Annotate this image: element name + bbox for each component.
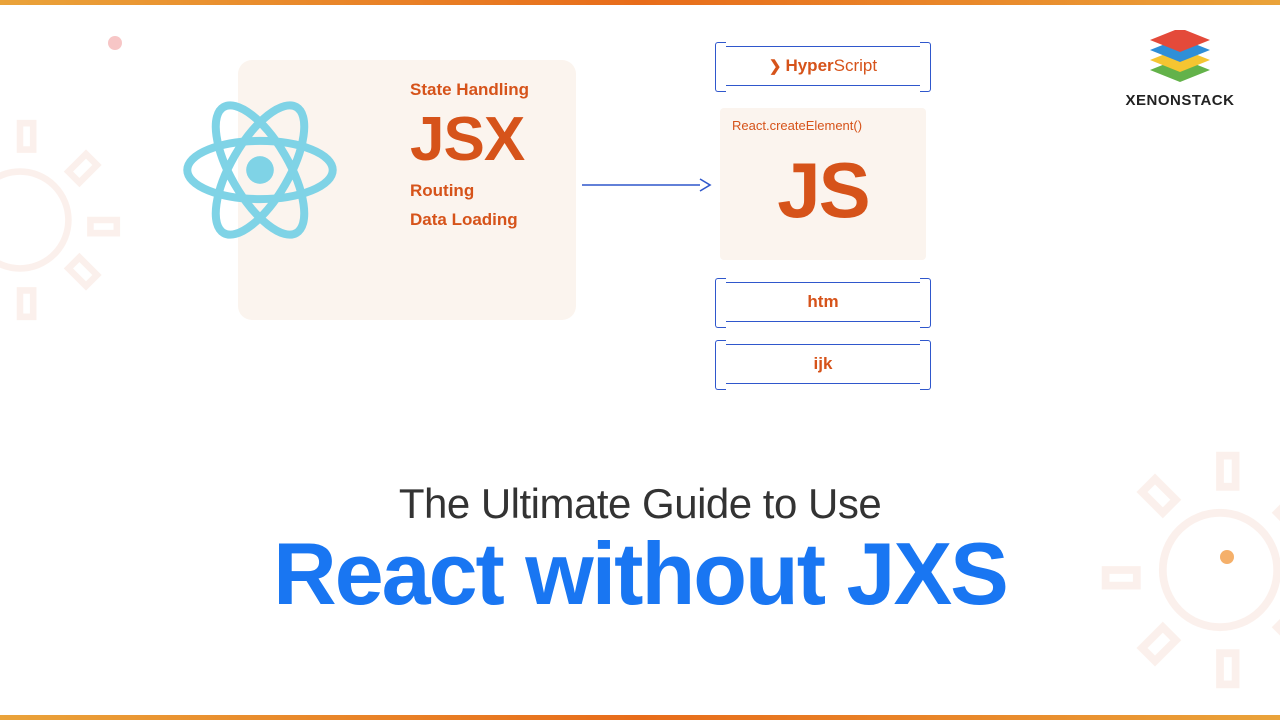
title-line1: The Ultimate Guide to Use <box>0 480 1280 528</box>
react-icon <box>180 90 340 250</box>
create-element-label: React.createElement() <box>732 118 914 133</box>
jsx-label-data-loading: Data Loading <box>410 210 529 230</box>
title-line2: React without JXS <box>0 528 1280 620</box>
brand-logo: XENONSTACK <box>1120 30 1240 109</box>
bottom-border <box>0 715 1280 720</box>
deco-dot-pink <box>108 36 122 50</box>
chip-htm: htm <box>720 282 926 322</box>
top-border <box>0 0 1280 5</box>
chip-ijk-label: ijk <box>814 354 833 374</box>
jsx-label-state-handling: State Handling <box>410 80 529 100</box>
chip-create-element: React.createElement() JS <box>720 108 926 260</box>
chip-hyperscript: ❯ HyperScript <box>720 46 926 86</box>
deco-gear-left <box>0 110 130 330</box>
jsx-label-routing: Routing <box>410 181 529 201</box>
jsx-label-main: JSX <box>410 104 529 175</box>
js-label: JS <box>732 151 914 229</box>
title: The Ultimate Guide to Use React without … <box>0 480 1280 620</box>
alternatives-column: ❯ HyperScript React.createElement() JS h… <box>720 46 930 406</box>
chip-ijk: ijk <box>720 344 926 384</box>
jsx-feature-list: State Handling JSX Routing Data Loading <box>410 80 529 240</box>
brand-name: XENONSTACK <box>1120 92 1240 109</box>
chevron-right-icon: ❯ <box>769 57 782 75</box>
diagram-stage: XENONSTACK State Handling JSX Routing Da… <box>0 0 1280 720</box>
arrow-icon <box>582 175 712 195</box>
chip-hyperscript-label: ❯ HyperScript <box>769 56 877 76</box>
chip-htm-label: htm <box>807 292 838 312</box>
xenonstack-icon <box>1145 30 1215 86</box>
